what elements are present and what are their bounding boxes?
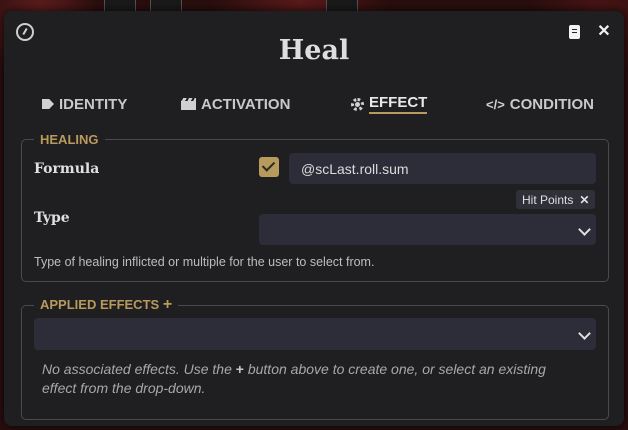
type-label: Type xyxy=(34,210,70,226)
type-tag-label: Hit Points xyxy=(522,192,574,207)
tab-bar: IDENTITY ACTIVATION EFFECT </> CONDITION xyxy=(4,92,624,116)
tab-condition[interactable]: </> CONDITION xyxy=(486,92,594,116)
healing-legend: HEALING xyxy=(40,132,99,147)
gear-icon xyxy=(351,97,364,111)
tab-effect[interactable]: EFFECT xyxy=(351,92,428,116)
activity-sheet-window: ✕ Heal IDENTITY ACTIVATION EFFECT </> CO… xyxy=(4,11,624,426)
tab-label: CONDITION xyxy=(509,95,594,113)
formula-label: Formula xyxy=(34,161,100,177)
type-select[interactable] xyxy=(259,214,596,245)
tag-icon xyxy=(42,99,54,109)
formula-checkbox[interactable] xyxy=(259,157,279,177)
formula-input[interactable]: @scLast.roll.sum xyxy=(289,153,596,184)
tab-label: ACTIVATION xyxy=(201,95,291,113)
remove-tag-icon[interactable]: ✕ xyxy=(579,193,589,207)
window-title: Heal xyxy=(278,35,350,66)
tab-activation[interactable]: ACTIVATION xyxy=(181,92,290,116)
applied-effects-select[interactable] xyxy=(34,318,596,350)
applied-effects-legend: APPLIED EFFECTS + xyxy=(34,296,178,314)
applied-effects-title: APPLIED EFFECTS xyxy=(40,297,160,312)
clapperboard-icon xyxy=(181,98,196,110)
code-icon: </> xyxy=(486,96,505,112)
healing-hint: Type of healing inflicted or multiple fo… xyxy=(34,255,375,269)
applied-effects-hint: No associated effects. Use the + button … xyxy=(42,360,582,398)
plus-icon: + xyxy=(235,361,244,377)
tab-identity[interactable]: IDENTITY xyxy=(42,92,127,116)
tab-label: IDENTITY xyxy=(59,95,128,113)
tab-label: EFFECT xyxy=(369,94,428,114)
applied-effects-fieldset: APPLIED EFFECTS + xyxy=(21,296,609,420)
type-tag-hit-points: Hit Points ✕ xyxy=(516,190,596,209)
add-effect-button[interactable]: + xyxy=(163,296,172,313)
hint-text: No associated effects. Use the xyxy=(42,361,232,377)
